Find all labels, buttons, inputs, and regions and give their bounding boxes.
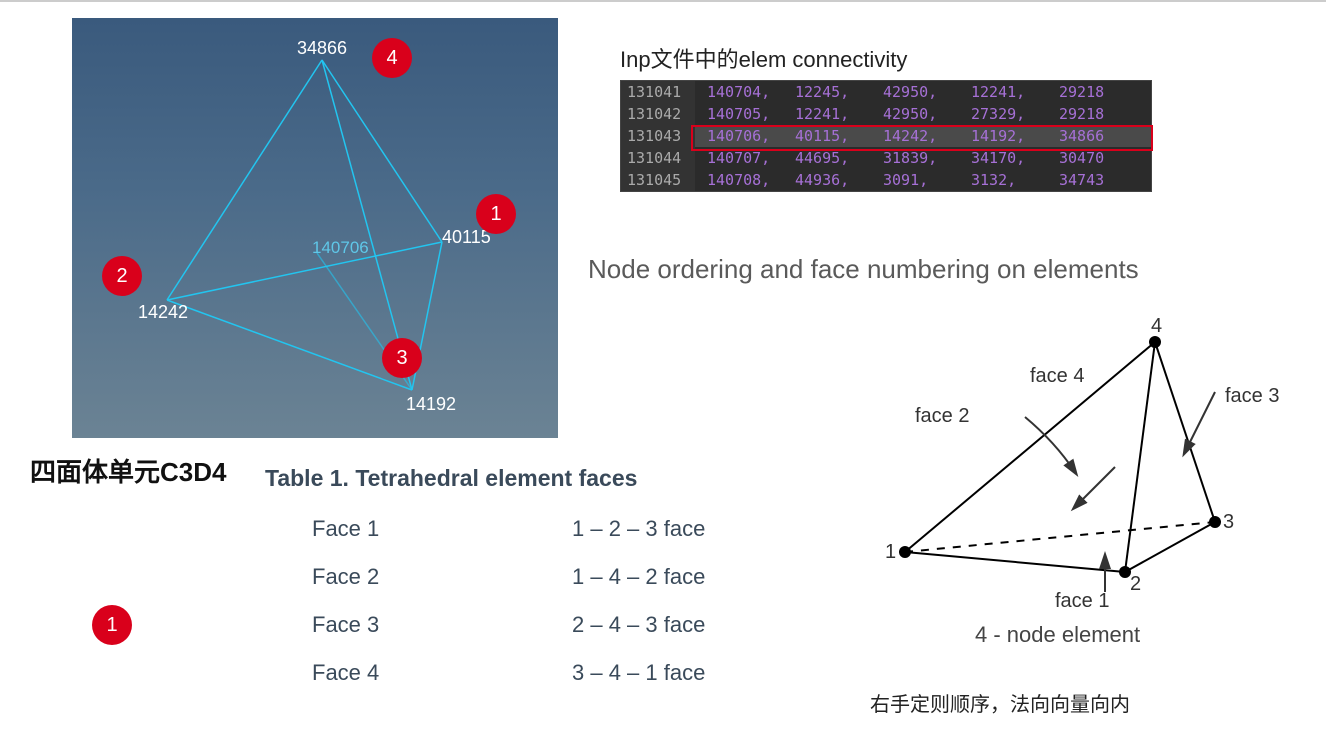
code-cell: 3132, <box>971 169 1059 191</box>
four-node-diagram: 1 2 3 4 face 1 face 2 face 3 face 4 4 - … <box>855 302 1315 672</box>
table-row: 131044 140707,44695,31839,34170,30470 <box>621 147 1151 169</box>
svg-text:face 2: face 2 <box>915 405 969 427</box>
face-table: Face 11 – 2 – 3 face Face 21 – 4 – 2 fac… <box>312 505 832 697</box>
svg-text:1: 1 <box>885 541 896 563</box>
code-cell: 14192, <box>971 125 1059 147</box>
right-hand-rule-note: 右手定则顺序，法向向量向内 <box>870 688 1130 717</box>
table-row: 131045 140708,44936,3091,3132,34743 <box>621 169 1151 191</box>
code-cell: 34170, <box>971 147 1059 169</box>
node-label-2: 14242 <box>138 302 188 322</box>
node-badge-3: 3 <box>382 338 422 378</box>
caption-cn: 四面体单元C3D4 <box>30 452 226 489</box>
code-cell: 30470 <box>1059 147 1147 169</box>
node-badge-4: 4 <box>372 38 412 78</box>
lone-badge: 1 <box>92 605 132 645</box>
code-cell: 140706, <box>707 125 795 147</box>
code-cell: 27329, <box>971 103 1059 125</box>
code-cell: 140708, <box>707 169 795 191</box>
table-row: 131041 140704,12245,42950,12241,29218 <box>621 81 1151 103</box>
table-row: 131043 140706,40115,14242,14192,34866 <box>621 125 1151 147</box>
svg-text:3: 3 <box>1223 511 1234 533</box>
code-cell: 12245, <box>795 81 883 103</box>
node-badge-1: 1 <box>476 194 516 234</box>
code-cell: 140704, <box>707 81 795 103</box>
code-cell: 140705, <box>707 103 795 125</box>
code-cell: 44695, <box>795 147 883 169</box>
code-cell: 40115, <box>795 125 883 147</box>
line-number: 131041 <box>621 81 695 103</box>
code-cell: 29218 <box>1059 81 1147 103</box>
svg-text:face 4: face 4 <box>1030 365 1084 387</box>
table-row: Face 43 – 4 – 1 face <box>312 649 832 697</box>
svg-text:2: 2 <box>1130 573 1141 595</box>
table-row: Face 11 – 2 – 3 face <box>312 505 832 553</box>
diagram-caption: 4 - node element <box>975 622 1140 648</box>
table-row: 131042 140705,12241,42950,27329,29218 <box>621 103 1151 125</box>
code-cell: 29218 <box>1059 103 1147 125</box>
connectivity-label: Inp文件中的elem connectivity <box>620 42 907 74</box>
code-cell: 42950, <box>883 103 971 125</box>
code-cell: 140707, <box>707 147 795 169</box>
elem-id-label: 140706 <box>312 238 369 257</box>
node-label-4: 34866 <box>297 38 347 58</box>
code-cell: 12241, <box>795 103 883 125</box>
line-number: 131043 <box>621 125 695 147</box>
code-cell: 12241, <box>971 81 1059 103</box>
section-heading: Node ordering and face numbering on elem… <box>588 254 1139 285</box>
code-cell: 31839, <box>883 147 971 169</box>
node-badge-2: 2 <box>102 256 142 296</box>
code-cell: 34743 <box>1059 169 1147 191</box>
svg-text:4: 4 <box>1151 315 1162 337</box>
tetra-viewport: 140706 34866 40115 14192 14242 4 1 2 3 <box>72 18 558 438</box>
code-cell: 34866 <box>1059 125 1147 147</box>
svg-text:face 1: face 1 <box>1055 590 1109 612</box>
table-row: Face 32 – 4 – 3 face <box>312 601 832 649</box>
code-cell: 44936, <box>795 169 883 191</box>
face-table-title: Table 1. Tetrahedral element faces <box>265 465 637 492</box>
code-cell: 14242, <box>883 125 971 147</box>
connectivity-table: 131041140704,12245,42950,12241,292181310… <box>620 80 1152 192</box>
line-number: 131042 <box>621 103 695 125</box>
code-cell: 3091, <box>883 169 971 191</box>
table-row: Face 21 – 4 – 2 face <box>312 553 832 601</box>
top-border <box>0 0 1326 2</box>
svg-text:face 3: face 3 <box>1225 385 1279 407</box>
node-label-3: 14192 <box>406 394 456 414</box>
line-number: 131044 <box>621 147 695 169</box>
code-cell: 42950, <box>883 81 971 103</box>
line-number: 131045 <box>621 169 695 191</box>
